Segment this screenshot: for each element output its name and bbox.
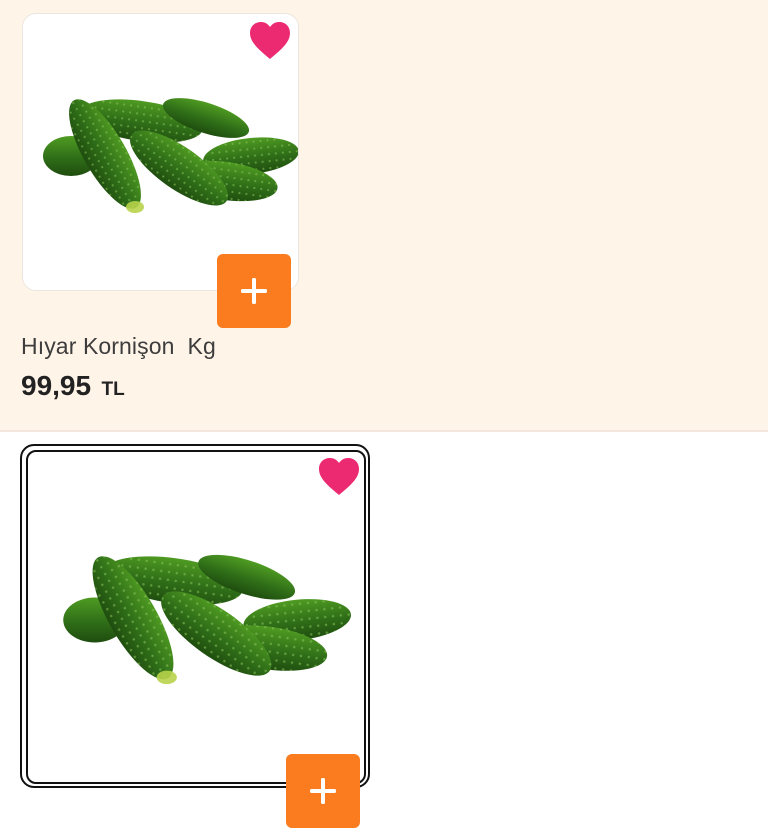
add-to-cart-button[interactable] — [286, 754, 360, 828]
price-value: 99,95 — [21, 370, 92, 401]
heart-icon[interactable] — [248, 21, 292, 61]
cucumber-image — [43, 98, 298, 213]
plus-icon — [241, 278, 267, 304]
product-price: 99,95 TL — [21, 370, 125, 402]
add-to-cart-button[interactable] — [217, 254, 291, 328]
product-name[interactable]: Hıyar Kornişon Kg — [21, 333, 216, 360]
price-currency: TL — [101, 379, 125, 400]
heart-icon[interactable] — [317, 457, 361, 497]
cucumber-image — [63, 554, 351, 685]
product-image-card[interactable] — [26, 450, 366, 784]
plus-icon — [310, 778, 336, 804]
section-divider — [0, 430, 768, 432]
